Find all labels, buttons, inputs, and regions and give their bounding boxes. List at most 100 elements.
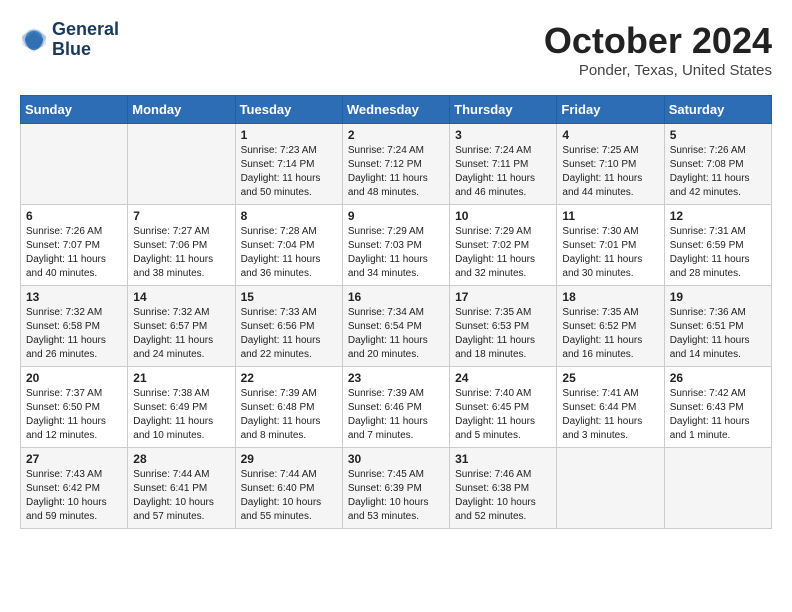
month-title: October 2024 [544, 20, 772, 62]
day-number: 27 [26, 452, 122, 466]
day-number: 16 [348, 290, 444, 304]
calendar-cell: 11 Sunrise: 7:30 AMSunset: 7:01 PMDayligh… [557, 205, 664, 286]
day-info: Sunrise: 7:25 AMSunset: 7:10 PMDaylight:… [562, 144, 658, 200]
calendar-table: SundayMondayTuesdayWednesdayThursdayFrid… [20, 95, 772, 529]
day-number: 11 [562, 209, 658, 223]
weekday-header: Tuesday [235, 96, 342, 124]
day-info: Sunrise: 7:35 AMSunset: 6:53 PMDaylight:… [455, 306, 551, 362]
day-number: 30 [348, 452, 444, 466]
day-number: 5 [670, 128, 766, 142]
calendar-cell: 26 Sunrise: 7:42 AMSunset: 6:43 PMDayligh… [664, 367, 771, 448]
calendar-cell: 27Sunrise: 7:43 AMSunset: 6:42 PMDayligh… [21, 448, 128, 529]
calendar-cell: 19Sunrise: 7:36 AMSunset: 6:51 PMDayligh… [664, 286, 771, 367]
weekday-header: Sunday [21, 96, 128, 124]
calendar-cell: 28 Sunrise: 7:44 AMSunset: 6:41 PMDayligh… [128, 448, 235, 529]
day-number: 14 [133, 290, 229, 304]
calendar-cell: 3Sunrise: 7:24 AMSunset: 7:11 PMDaylight… [450, 124, 557, 205]
weekday-header: Monday [128, 96, 235, 124]
calendar-week-row: 27Sunrise: 7:43 AMSunset: 6:42 PMDayligh… [21, 448, 772, 529]
day-number: 21 [133, 371, 229, 385]
calendar-cell: 8Sunrise: 7:28 AMSunset: 7:04 PMDaylight… [235, 205, 342, 286]
calendar-cell [21, 124, 128, 205]
calendar-cell: 14 Sunrise: 7:32 AMSunset: 6:57 PMDayligh… [128, 286, 235, 367]
day-info: Sunrise: 7:29 AMSunset: 7:02 PMDaylight:… [455, 225, 551, 281]
calendar-cell: 5Sunrise: 7:26 AMSunset: 7:08 PMDaylight… [664, 124, 771, 205]
day-number: 31 [455, 452, 551, 466]
day-number: 28 [133, 452, 229, 466]
day-info: Sunrise: 7:42 AMSunset: 6:43 PMDaylight:… [670, 387, 766, 443]
calendar-cell: 30 Sunrise: 7:45 AMSunset: 6:39 PMDayligh… [342, 448, 449, 529]
day-number: 26 [670, 371, 766, 385]
calendar-cell: 29 Sunrise: 7:44 AMSunset: 6:40 PMDayligh… [235, 448, 342, 529]
day-number: 12 [670, 209, 766, 223]
calendar-cell [557, 448, 664, 529]
day-info: Sunrise: 7:35 AMSunset: 6:52 PMDaylight:… [562, 306, 658, 362]
calendar-header-row: SundayMondayTuesdayWednesdayThursdayFrid… [21, 96, 772, 124]
day-number: 22 [241, 371, 337, 385]
calendar-cell: 10 Sunrise: 7:29 AMSunset: 7:02 PMDayligh… [450, 205, 557, 286]
weekday-header: Friday [557, 96, 664, 124]
day-info: Sunrise: 7:44 AMSunset: 6:41 PMDaylight:… [133, 468, 229, 524]
day-info: Sunrise: 7:30 AMSunset: 7:01 PMDaylight:… [562, 225, 658, 281]
calendar-cell: 6 Sunrise: 7:26 AMSunset: 7:07 PMDaylight… [21, 205, 128, 286]
day-info: Sunrise: 7:45 AMSunset: 6:39 PMDaylight:… [348, 468, 444, 524]
day-info: Sunrise: 7:32 AMSunset: 6:58 PMDaylight:… [26, 306, 122, 362]
calendar-cell: 17 Sunrise: 7:35 AMSunset: 6:53 PMDayligh… [450, 286, 557, 367]
day-number: 3 [455, 128, 551, 142]
day-number: 29 [241, 452, 337, 466]
day-info: Sunrise: 7:24 AMSunset: 7:12 PMDaylight:… [348, 144, 444, 200]
day-number: 25 [562, 371, 658, 385]
calendar-week-row: 20 Sunrise: 7:37 AMSunset: 6:50 PMDayligh… [21, 367, 772, 448]
day-number: 17 [455, 290, 551, 304]
calendar-cell: 31 Sunrise: 7:46 AMSunset: 6:38 PMDayligh… [450, 448, 557, 529]
day-number: 18 [562, 290, 658, 304]
day-info: Sunrise: 7:37 AMSunset: 6:50 PMDaylight:… [26, 387, 122, 443]
day-number: 23 [348, 371, 444, 385]
day-info: Sunrise: 7:34 AMSunset: 6:54 PMDaylight:… [348, 306, 444, 362]
day-number: 10 [455, 209, 551, 223]
calendar-cell: 9 Sunrise: 7:29 AMSunset: 7:03 PMDaylight… [342, 205, 449, 286]
day-info: Sunrise: 7:23 AMSunset: 7:14 PMDaylight:… [241, 144, 337, 200]
calendar-cell: 21 Sunrise: 7:38 AMSunset: 6:49 PMDayligh… [128, 367, 235, 448]
calendar-cell: 22Sunrise: 7:39 AMSunset: 6:48 PMDayligh… [235, 367, 342, 448]
calendar-cell: 7Sunrise: 7:27 AMSunset: 7:06 PMDaylight… [128, 205, 235, 286]
day-number: 9 [348, 209, 444, 223]
calendar-cell: 24Sunrise: 7:40 AMSunset: 6:45 PMDayligh… [450, 367, 557, 448]
calendar-cell: 2 Sunrise: 7:24 AMSunset: 7:12 PMDaylight… [342, 124, 449, 205]
location: Ponder, Texas, United States [544, 62, 772, 79]
logo-line1: General [52, 20, 119, 40]
day-info: Sunrise: 7:44 AMSunset: 6:40 PMDaylight:… [241, 468, 337, 524]
day-info: Sunrise: 7:29 AMSunset: 7:03 PMDaylight:… [348, 225, 444, 281]
calendar-cell: 1 Sunrise: 7:23 AMSunset: 7:14 PMDaylight… [235, 124, 342, 205]
day-info: Sunrise: 7:31 AMSunset: 6:59 PMDaylight:… [670, 225, 766, 281]
day-number: 15 [241, 290, 337, 304]
day-number: 1 [241, 128, 337, 142]
day-info: Sunrise: 7:46 AMSunset: 6:38 PMDaylight:… [455, 468, 551, 524]
logo-line2: Blue [52, 40, 119, 60]
day-info: Sunrise: 7:32 AMSunset: 6:57 PMDaylight:… [133, 306, 229, 362]
day-info: Sunrise: 7:38 AMSunset: 6:49 PMDaylight:… [133, 387, 229, 443]
calendar-cell: 16 Sunrise: 7:34 AMSunset: 6:54 PMDayligh… [342, 286, 449, 367]
calendar-cell: 15Sunrise: 7:33 AMSunset: 6:56 PMDayligh… [235, 286, 342, 367]
day-number: 8 [241, 209, 337, 223]
calendar-cell [664, 448, 771, 529]
title-block: October 2024 Ponder, Texas, United State… [544, 20, 772, 79]
day-number: 20 [26, 371, 122, 385]
calendar-cell: 23 Sunrise: 7:39 AMSunset: 6:46 PMDayligh… [342, 367, 449, 448]
page-header: General Blue October 2024 Ponder, Texas,… [20, 20, 772, 79]
day-info: Sunrise: 7:40 AMSunset: 6:45 PMDaylight:… [455, 387, 551, 443]
calendar-cell: 4 Sunrise: 7:25 AMSunset: 7:10 PMDaylight… [557, 124, 664, 205]
calendar-cell: 12 Sunrise: 7:31 AMSunset: 6:59 PMDayligh… [664, 205, 771, 286]
day-number: 13 [26, 290, 122, 304]
weekday-header: Thursday [450, 96, 557, 124]
day-number: 4 [562, 128, 658, 142]
calendar-week-row: 13 Sunrise: 7:32 AMSunset: 6:58 PMDayligh… [21, 286, 772, 367]
day-number: 2 [348, 128, 444, 142]
day-info: Sunrise: 7:36 AMSunset: 6:51 PMDaylight:… [670, 306, 766, 362]
day-number: 6 [26, 209, 122, 223]
day-info: Sunrise: 7:39 AMSunset: 6:46 PMDaylight:… [348, 387, 444, 443]
day-number: 7 [133, 209, 229, 223]
logo-icon [20, 26, 48, 54]
day-info: Sunrise: 7:26 AMSunset: 7:07 PMDaylight:… [26, 225, 122, 281]
calendar-week-row: 1 Sunrise: 7:23 AMSunset: 7:14 PMDaylight… [21, 124, 772, 205]
